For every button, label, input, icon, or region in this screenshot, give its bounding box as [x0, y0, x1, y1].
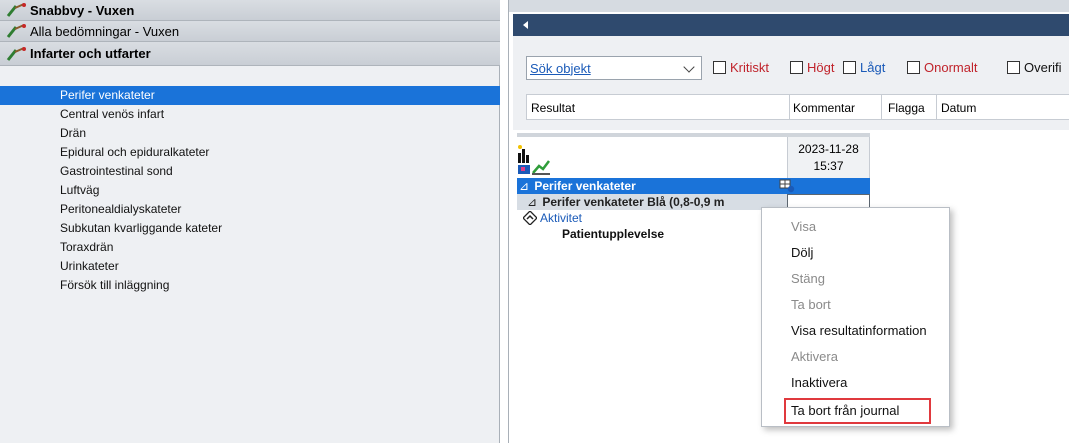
filter-hogt[interactable]: Högt: [790, 60, 834, 75]
filter-overifierat[interactable]: Overifi: [1007, 60, 1062, 75]
chevron-down-icon[interactable]: [683, 61, 695, 73]
column-divider[interactable]: [936, 95, 937, 119]
checkbox[interactable]: [843, 61, 856, 74]
filter-label: Lågt: [860, 60, 886, 75]
filter-label: Overifi: [1024, 60, 1062, 75]
row-label: Perifer venkateter Blå (0,8-0,9 m: [542, 195, 725, 209]
checkbox[interactable]: [1007, 61, 1020, 74]
search-select-value: Sök objekt: [530, 60, 591, 76]
column-header-flagga[interactable]: Flagga: [888, 101, 925, 115]
list-item-forsok-inlaggning[interactable]: Försök till inläggning: [0, 276, 500, 295]
row-label: Patientupplevelse: [562, 227, 665, 241]
menu-item-stang[interactable]: Stäng: [762, 266, 949, 292]
menu-item-visa[interactable]: Visa: [762, 214, 949, 240]
filter-toolbar: Sök objekt Kritiskt Högt Lågt Onormalt O…: [513, 36, 1069, 130]
list-item-gastrointestinal-sond[interactable]: Gastrointestinal sond: [0, 162, 500, 181]
column-header-resultat[interactable]: Resultat: [531, 101, 575, 115]
list-item-urinkateter[interactable]: Urinkateter: [0, 257, 500, 276]
collapse-left-icon[interactable]: [523, 21, 528, 29]
chart-icon[interactable]: [517, 139, 557, 177]
menu-item-inaktivera[interactable]: Inaktivera: [762, 370, 949, 396]
group-header-label: Infarter och utfarter: [30, 46, 151, 61]
highlight-annotation-box: [784, 398, 931, 424]
column-divider[interactable]: [789, 95, 790, 119]
list-item-subkutan-kateter[interactable]: Subkutan kvarliggande kateter: [0, 219, 500, 238]
list-item-perifer-venkateter[interactable]: Perifer venkateter: [0, 86, 500, 105]
column-divider[interactable]: [881, 95, 882, 119]
filter-label: Högt: [807, 60, 835, 75]
filter-kritiskt[interactable]: Kritiskt: [713, 60, 769, 75]
menu-item-ta-bort[interactable]: Ta bort: [762, 292, 949, 318]
date-column-header[interactable]: 2023-11-28 15:37: [787, 137, 870, 178]
checkbox[interactable]: [907, 61, 920, 74]
group-header-label: Snabbvy - Vuxen: [30, 2, 135, 18]
row-label: Aktivitet: [540, 211, 583, 225]
list-item-luftvag[interactable]: Luftväg: [0, 181, 500, 200]
list-item-peritonealdialyskateter[interactable]: Peritonealdialyskateter: [0, 200, 500, 219]
collapse-bar[interactable]: [513, 14, 1069, 36]
collapse-caret-icon[interactable]: ⊿: [517, 178, 531, 194]
column-date: 2023-11-28: [798, 142, 859, 156]
column-time: 15:37: [813, 159, 844, 173]
filter-onormalt[interactable]: Onormalt: [907, 60, 977, 75]
collapse-caret-icon[interactable]: ⊿: [525, 194, 539, 210]
list-item-central-venos-infart[interactable]: Central venös infart: [0, 105, 500, 124]
filter-label: Kritiskt: [730, 60, 769, 75]
filter-label: Onormalt: [924, 60, 978, 75]
result-table-header: Resultat Kommentar Flagga Datum: [526, 94, 1069, 120]
row-label: Perifer venkateter: [534, 179, 636, 193]
diamond-arrow-icon: [523, 211, 537, 225]
column-header-kommentar[interactable]: Kommentar: [793, 101, 855, 115]
navigation-panel: Snabbvy - Vuxen Alla bedömningar - Vuxen…: [0, 0, 500, 443]
list-item-epidural[interactable]: Epidural och epiduralkateter: [0, 143, 500, 162]
context-menu: Visa Dölj Stäng Ta bort Visa resultatinf…: [761, 207, 950, 427]
group-header-infarter[interactable]: Infarter och utfarter: [0, 42, 500, 66]
grid-toolbar-icons: [517, 139, 557, 177]
search-object-select[interactable]: Sök objekt: [526, 56, 702, 80]
assessment-list: Perifer venkateter Central venös infart …: [0, 86, 500, 295]
menu-item-visa-resultatinformation[interactable]: Visa resultatinformation: [762, 318, 949, 344]
checkbox[interactable]: [790, 61, 803, 74]
list-item-dran[interactable]: Drän: [0, 124, 500, 143]
grid-add-icon[interactable]: [779, 179, 795, 193]
panel-top-bar: [509, 0, 1069, 12]
group-header-label: Alla bedömningar - Vuxen: [30, 23, 180, 39]
menu-item-dolj[interactable]: Dölj: [762, 240, 949, 266]
list-item-toraxdran[interactable]: Toraxdrän: [0, 238, 500, 257]
group-header-snabbvy[interactable]: Snabbvy - Vuxen: [0, 0, 500, 21]
stethoscope-icon: [6, 46, 28, 62]
grid-row-perifer-venkateter[interactable]: ⊿ Perifer venkateter: [517, 178, 870, 194]
column-header-datum[interactable]: Datum: [941, 101, 976, 115]
menu-item-aktivera[interactable]: Aktivera: [762, 344, 949, 370]
checkbox[interactable]: [713, 61, 726, 74]
group-header-alla-bedomningar[interactable]: Alla bedömningar - Vuxen: [0, 21, 500, 42]
filter-lagt[interactable]: Lågt: [843, 60, 885, 75]
stethoscope-icon: [6, 2, 28, 18]
stethoscope-icon: [6, 23, 28, 39]
